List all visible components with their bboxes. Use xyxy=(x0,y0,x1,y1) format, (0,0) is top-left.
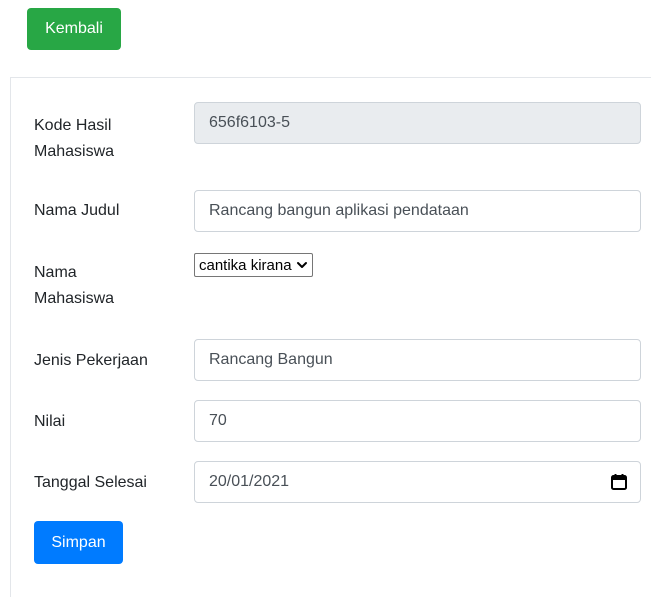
kode-hasil-label-line1: Kode Hasil xyxy=(34,117,112,134)
calendar-icon[interactable] xyxy=(610,473,628,491)
jenis-pekerjaan-label: Jenis Pekerjaan xyxy=(34,352,148,369)
tanggal-selesai-label: Tanggal Selesai xyxy=(34,474,147,491)
kode-hasil-label-line2: Mahasiswa xyxy=(34,143,115,160)
jenis-pekerjaan-input[interactable]: Rancang Bangun xyxy=(194,339,641,381)
nilai-input[interactable]: 70 xyxy=(194,400,641,442)
nama-judul-input[interactable]: Rancang bangun aplikasi pendataan xyxy=(194,190,641,232)
back-button[interactable]: Kembali xyxy=(27,8,121,50)
nama-mahasiswa-select[interactable]: cantika kirana xyxy=(194,253,313,277)
tanggal-selesai-value: 20/01/2021 xyxy=(209,473,290,490)
nama-mahasiswa-label-line2: Mahasiswa xyxy=(34,290,115,307)
nama-mahasiswa-label-line1: Nama xyxy=(34,264,77,281)
nama-mahasiswa-selected: cantika kirana xyxy=(199,256,292,274)
nama-judul-label: Nama Judul xyxy=(34,202,120,219)
kode-hasil-input: 656f6103-5 xyxy=(194,102,641,144)
save-button[interactable]: Simpan xyxy=(34,521,123,564)
nama-mahasiswa-label: Nama Mahasiswa xyxy=(34,260,184,312)
tanggal-selesai-input[interactable]: 20/01/2021 xyxy=(194,461,641,503)
chevron-down-icon xyxy=(296,262,307,268)
kode-hasil-label: Kode Hasil Mahasiswa xyxy=(34,113,184,165)
nilai-label: Nilai xyxy=(34,413,66,430)
